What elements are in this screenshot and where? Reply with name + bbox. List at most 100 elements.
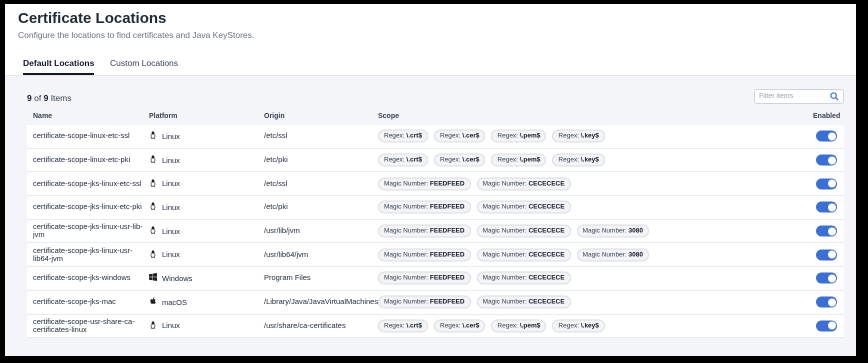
row-platform-label: Linux (162, 131, 180, 141)
row-platform: Linux (149, 179, 180, 189)
row-name: certificate-scope-usr-share-ca-certifica… (33, 316, 135, 334)
column-header-platform[interactable]: Platform (149, 113, 177, 120)
linux-icon (149, 226, 157, 236)
tab-custom-locations[interactable]: Custom Locations (110, 58, 178, 75)
scope-chip: Magic Number: CECECECE (476, 224, 571, 238)
apple-icon (149, 297, 157, 307)
scope-chip-value: CECECECE (528, 298, 565, 306)
row-platform: Linux (149, 321, 180, 331)
item-count-shown: 9 (27, 93, 32, 103)
scope-chip: Magic Number: 3080 (576, 248, 649, 262)
scope-chip-value: \.crt$ (406, 132, 422, 140)
table-row[interactable]: certificate-scope-linux-etc-pki Linux/etc… (27, 148, 844, 173)
scope-chip-value: CECECECE (528, 227, 565, 235)
row-name: certificate-scope-jks-linux-usr-lib-jvm (33, 222, 143, 240)
column-header-name[interactable]: Name (33, 113, 52, 120)
scope-chip: Regex: \.crt$ (378, 319, 428, 333)
enabled-toggle[interactable] (816, 296, 837, 308)
row-scope: Magic Number: FEEDFEED Magic Number: CECE… (378, 224, 649, 238)
scope-chip-value: CECECECE (528, 251, 565, 259)
scope-chip-key: Regex: (439, 132, 461, 140)
scope-chip-value: FEEDFEED (429, 203, 465, 211)
scope-chip-key: Magic Number: (582, 251, 627, 259)
item-count-of: of (34, 93, 42, 103)
table-header: Name Platform Origin Scope Enabled (27, 109, 844, 125)
scope-chip-value: CECECECE (528, 274, 565, 282)
scope-chip-key: Magic Number: (482, 251, 527, 259)
row-scope: Magic Number: FEEDFEED Magic Number: CECE… (378, 200, 571, 214)
scope-chip: Regex: \.pem$ (491, 129, 547, 143)
row-scope: Magic Number: FEEDFEED Magic Number: CECE… (378, 271, 571, 285)
table-row[interactable]: certificate-scope-jks-linux-etc-pki Linux… (27, 196, 844, 220)
scope-chip: Magic Number: 3080 (576, 224, 649, 238)
scope-chip: Magic Number: FEEDFEED (378, 271, 471, 285)
row-origin: /etc/pki (264, 202, 288, 212)
tab-default-locations[interactable]: Default Locations (23, 58, 95, 75)
scope-chip-key: Magic Number: (482, 180, 527, 188)
row-platform-label: Linux (162, 226, 180, 236)
table-row[interactable]: certificate-scope-linux-etc-ssl Linux/etc… (27, 125, 844, 149)
scope-chip-value: FEEDFEED (429, 227, 465, 235)
page-subtitle: Configure the locations to find certific… (18, 30, 255, 40)
scope-chip: Magic Number: FEEDFEED (378, 224, 471, 238)
table-row[interactable]: certificate-scope-jks-linux-etc-ssl Linux… (27, 172, 844, 197)
scope-chip: Magic Number: CECECECE (476, 248, 571, 262)
scope-chip-value: \.crt$ (406, 156, 422, 164)
row-platform-label: Linux (162, 155, 180, 165)
item-count-unit: Items (50, 93, 72, 103)
enabled-toggle[interactable] (816, 272, 837, 284)
scope-chip-key: Regex: (497, 132, 518, 140)
linux-icon (149, 179, 157, 189)
row-origin: /usr/lib64/jvm (264, 249, 309, 259)
row-name: certificate-scope-jks-linux-etc-ssl (33, 178, 142, 188)
scope-chip-key: Regex: (384, 156, 405, 164)
column-header-enabled[interactable]: Enabled (813, 113, 840, 120)
app-frame: Certificate Locations Configure the loca… (5, 4, 856, 356)
row-name: certificate-scope-jks-mac (33, 297, 116, 307)
scope-chip-key: Magic Number: (384, 180, 429, 188)
row-platform: Linux (149, 202, 180, 212)
table-row[interactable]: certificate-scope-jks-linux-usr-lib64-jv… (27, 243, 844, 268)
table-row[interactable]: certificate-scope-usr-share-ca-certifica… (27, 314, 844, 339)
filter-box (754, 89, 844, 104)
enabled-toggle[interactable] (816, 154, 837, 166)
enabled-toggle[interactable] (816, 249, 837, 261)
table-row[interactable]: certificate-scope-jks-windows Windows Prog… (27, 267, 844, 291)
enabled-toggle[interactable] (816, 201, 837, 213)
scope-chip-value: \.cer$ (462, 132, 480, 140)
row-name: certificate-scope-jks-linux-usr-lib64-jv… (33, 245, 133, 263)
scope-chip-value: FEEDFEED (429, 251, 465, 259)
scope-chip-key: Regex: (384, 322, 405, 330)
tab-bar: Default Locations Custom Locations (5, 54, 856, 76)
scope-chip: Magic Number: FEEDFEED (378, 177, 471, 191)
filter-input[interactable] (759, 91, 829, 102)
table-row[interactable]: certificate-scope-jks-mac macOS/Library/J… (27, 290, 844, 315)
row-platform: macOS (149, 297, 187, 307)
item-count: 9 of 9 Items (27, 93, 71, 103)
enabled-toggle[interactable] (816, 130, 837, 142)
enabled-toggle[interactable] (816, 320, 837, 332)
scope-chip: Regex: \.cer$ (433, 319, 486, 333)
column-header-origin[interactable]: Origin (264, 113, 285, 120)
scope-chip-key: Magic Number: (384, 298, 429, 306)
row-scope: Magic Number: FEEDFEED Magic Number: CECE… (378, 177, 571, 191)
row-origin: /Library/Java/JavaVirtualMachines (264, 297, 379, 307)
row-scope: Magic Number: FEEDFEED Magic Number: CECE… (378, 295, 571, 309)
scope-chip: Regex: \.pem$ (491, 319, 547, 333)
search-icon[interactable] (830, 92, 839, 101)
row-origin: /usr/share/ca-certificates (264, 320, 346, 330)
enabled-toggle[interactable] (816, 225, 837, 237)
column-header-scope[interactable]: Scope (378, 113, 399, 120)
scope-chip: Magic Number: FEEDFEED (378, 248, 471, 262)
scope-chip-key: Regex: (384, 132, 405, 140)
row-scope: Regex: \.crt$ Regex: \.cer$ Regex: \.pem$ R… (378, 319, 605, 333)
row-origin: /etc/ssl (264, 178, 288, 188)
scope-chip-value: 3080 (628, 227, 643, 235)
row-platform-label: Linux (162, 179, 180, 189)
scope-chip-value: \.pem$ (519, 322, 541, 330)
scope-chip-value: \.pem$ (519, 132, 541, 140)
scope-chip: Magic Number: CECECECE (476, 177, 571, 191)
enabled-toggle[interactable] (816, 178, 837, 190)
row-platform-label: Linux (162, 321, 180, 331)
table-row[interactable]: certificate-scope-jks-linux-usr-lib-jvm L… (27, 219, 844, 244)
